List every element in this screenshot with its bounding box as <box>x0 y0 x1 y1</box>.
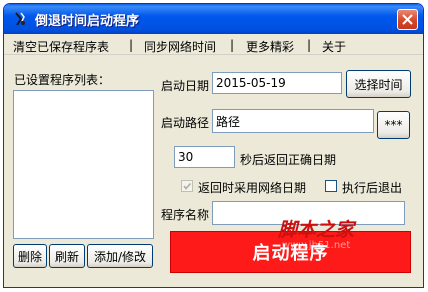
start-path-input[interactable]: 路径 <box>212 109 374 133</box>
app-icon <box>15 12 25 26</box>
add-edit-button[interactable]: 添加/修改 <box>87 244 153 268</box>
program-list[interactable] <box>13 90 154 239</box>
menu-separator: | <box>129 38 134 52</box>
menu-item-about[interactable]: 关于 <box>322 38 346 55</box>
seconds-input[interactable]: 30 <box>174 146 235 168</box>
network-date-checkbox[interactable] <box>181 180 193 192</box>
program-name-label: 程序名称 <box>161 208 210 222</box>
watermark-url: www.jb51.net <box>282 240 351 251</box>
delete-button[interactable]: 删除 <box>13 244 47 268</box>
window-title: 倒退时间启动程序 <box>35 14 140 29</box>
choose-time-button[interactable]: 选择时间 <box>346 70 411 98</box>
check-icon <box>183 182 192 190</box>
exit-after-checkbox[interactable] <box>325 180 337 192</box>
start-date-label: 启动日期 <box>161 79 210 93</box>
close-button[interactable] <box>397 9 418 30</box>
title-bar[interactable]: 倒退时间启动程序 <box>4 4 423 34</box>
menu-separator: | <box>307 38 312 52</box>
menu-bar: 清空已保存程序表 | 同步网络时间 | 更多精彩 | 关于 <box>4 34 423 55</box>
start-path-label: 启动路径 <box>161 116 210 130</box>
network-date-label: 返回时采用网络日期 <box>198 181 307 195</box>
watermark-text: 脚本之家 <box>278 219 355 241</box>
browse-button[interactable]: *** <box>377 111 410 139</box>
menu-separator: | <box>230 38 235 52</box>
menu-item-more[interactable]: 更多精彩 <box>246 38 294 55</box>
close-icon <box>402 14 413 25</box>
exit-after-label: 执行后退出 <box>342 181 403 195</box>
menu-item-sync-time[interactable]: 同步网络时间 <box>144 38 216 55</box>
app-window: 倒退时间启动程序 清空已保存程序表 | 同步网络时间 | 更多精彩 | 关于 已… <box>3 3 424 288</box>
menu-item-clear-saved[interactable]: 清空已保存程序表 <box>13 38 109 55</box>
refresh-button[interactable]: 刷新 <box>49 244 85 268</box>
program-list-label: 已设置程序列表： <box>14 73 111 87</box>
start-date-input[interactable]: 2015-05-19 <box>212 72 342 94</box>
seconds-label: 秒后返回正确日期 <box>240 153 337 167</box>
